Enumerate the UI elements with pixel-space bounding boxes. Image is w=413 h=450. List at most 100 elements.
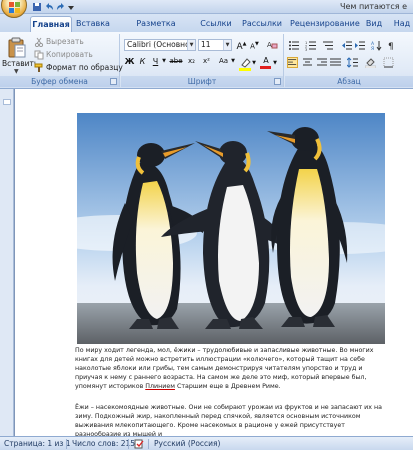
status-separator xyxy=(128,439,129,449)
sort-icon[interactable]: АЯ xyxy=(371,40,382,51)
borders-icon[interactable] xyxy=(383,57,394,68)
tab-view[interactable]: Вид xyxy=(364,16,384,32)
word-count[interactable]: Число слов: 215 xyxy=(72,437,135,450)
subscript-button[interactable]: x₂ xyxy=(185,56,198,67)
svg-text:¶: ¶ xyxy=(388,42,394,51)
scissors-icon xyxy=(34,37,44,47)
word-window: Чем питаются е Главная Вставка Разметка … xyxy=(0,0,413,450)
chevron-down-icon[interactable]: ▼ xyxy=(251,58,257,69)
cut-label: Вырезать xyxy=(46,37,84,46)
align-right-icon[interactable] xyxy=(316,57,327,68)
grow-font-button[interactable]: A▲ xyxy=(236,39,247,52)
italic-button[interactable]: К xyxy=(137,56,148,67)
shrink-font-button[interactable]: A▼ xyxy=(249,39,260,50)
show-marks-icon[interactable]: ¶ xyxy=(386,40,397,51)
ribbon: Вставить ▼ Вырезать Копировать Формат по… xyxy=(0,32,413,89)
copy-icon xyxy=(34,50,44,60)
status-separator xyxy=(148,439,149,449)
save-icon[interactable] xyxy=(32,2,42,12)
highlighter-icon xyxy=(239,58,251,71)
paste-label: Вставить xyxy=(2,59,39,68)
document-area: По миру ходит легенда, мол, ёжики – труд… xyxy=(0,89,413,439)
status-separator xyxy=(66,439,67,449)
font-color-icon: A xyxy=(263,56,269,65)
font-color-button[interactable]: A xyxy=(260,56,272,70)
chevron-down-icon[interactable]: ▼ xyxy=(230,56,236,67)
chevron-down-icon: ▼ xyxy=(187,40,195,50)
paragraph-1-tail: Старшим еще в Древнем Риме. xyxy=(174,383,281,390)
copy-label: Копировать xyxy=(46,50,93,59)
tab-mailings[interactable]: Рассылки xyxy=(240,16,284,32)
redo-icon[interactable] xyxy=(56,2,66,12)
justify-icon[interactable] xyxy=(330,57,341,68)
clipboard-group: Вставить ▼ Вырезать Копировать Формат по… xyxy=(0,34,123,87)
bold-button[interactable]: Ж xyxy=(124,56,135,67)
tab-insert[interactable]: Вставка xyxy=(75,16,111,32)
font-group: Calibri (Основной те ▼ 11 ▼ A▲ A▼ A Ж К … xyxy=(121,34,284,87)
paragraph-group: 123 АЯ ¶ Абзац xyxy=(285,34,413,87)
paragraph-group-label: Абзац xyxy=(285,76,413,87)
ribbon-tabs: Главная Вставка Разметка страницы Ссылки… xyxy=(0,14,413,43)
tab-review[interactable]: Рецензирование xyxy=(290,16,360,32)
font-size-combo[interactable]: 11 ▼ xyxy=(198,39,232,51)
font-name-combo[interactable]: Calibri (Основной те ▼ xyxy=(124,39,196,51)
undo-icon[interactable] xyxy=(44,2,54,12)
svg-text:3: 3 xyxy=(305,48,307,51)
chevron-down-icon[interactable]: ▼ xyxy=(161,56,167,67)
font-launcher-icon[interactable] xyxy=(274,78,281,85)
paragraph-1[interactable]: По миру ходит легенда, мол, ёжики – труд… xyxy=(75,346,387,391)
tab-home[interactable]: Главная xyxy=(30,16,72,32)
tab-addins[interactable]: Над xyxy=(392,16,412,32)
ruler-marker[interactable] xyxy=(3,99,11,105)
chevron-down-icon[interactable]: ▼ xyxy=(272,58,278,69)
align-center-icon[interactable] xyxy=(302,57,313,68)
paragraph-2-text: Ёжи – насекомоядные животные. Они не соб… xyxy=(75,404,382,438)
numbering-icon[interactable]: 123 xyxy=(305,40,316,51)
superscript-button[interactable]: x² xyxy=(200,56,213,67)
bullets-icon[interactable] xyxy=(288,40,299,51)
chevron-down-icon: ▼ xyxy=(14,68,19,75)
shading-icon[interactable] xyxy=(365,57,376,68)
align-left-button[interactable] xyxy=(287,57,298,68)
document-page[interactable]: По миру ходит легенда, мол, ёжики – труд… xyxy=(15,89,413,439)
font-color-swatch xyxy=(260,66,271,69)
proofing-icon[interactable] xyxy=(134,439,144,449)
font-group-label: Шрифт xyxy=(121,76,283,87)
cut-button[interactable]: Вырезать xyxy=(34,36,84,48)
paste-icon xyxy=(8,37,26,58)
language-indicator[interactable]: Русский (Россия) xyxy=(154,437,220,450)
quick-access-menu-icon[interactable] xyxy=(68,2,74,12)
brush-icon xyxy=(34,63,43,72)
clear-formatting-button[interactable]: A xyxy=(267,39,278,50)
increase-indent-icon[interactable] xyxy=(354,40,365,51)
highlight-button[interactable] xyxy=(239,58,251,71)
title-bar: Чем питаются е xyxy=(0,0,413,18)
multilevel-list-icon[interactable] xyxy=(322,40,333,51)
status-bar: Страница: 1 из 1 Число слов: 215 Русский… xyxy=(0,436,413,450)
paste-button[interactable]: Вставить ▼ xyxy=(2,35,39,75)
svg-text:A: A xyxy=(267,41,272,49)
strikethrough-button[interactable]: abe xyxy=(169,56,183,67)
format-painter-button[interactable]: Формат по образцу xyxy=(34,62,123,74)
penguins-picture xyxy=(77,113,385,344)
penguins-image[interactable] xyxy=(77,113,385,344)
svg-text:Я: Я xyxy=(371,46,374,51)
tab-references[interactable]: Ссылки xyxy=(200,16,232,32)
window-title: Чем питаются е xyxy=(339,2,407,11)
align-left-icon xyxy=(288,59,297,65)
change-case-button[interactable]: Aa xyxy=(217,56,230,67)
tab-page-layout[interactable]: Разметка страницы xyxy=(118,16,194,43)
misspelled-word[interactable]: Плинием xyxy=(145,383,175,390)
format-painter-label: Формат по образцу xyxy=(46,63,123,72)
page-counter[interactable]: Страница: 1 из 1 xyxy=(4,437,71,450)
paragraph-2[interactable]: Ёжи – насекомоядные животные. Они не соб… xyxy=(75,403,387,439)
clipboard-launcher-icon[interactable] xyxy=(110,78,117,85)
underline-button[interactable]: Ч xyxy=(150,56,161,67)
vertical-ruler xyxy=(0,89,14,436)
copy-button[interactable]: Копировать xyxy=(34,49,93,61)
font-size-value: 11 xyxy=(201,40,211,49)
line-spacing-icon[interactable] xyxy=(347,57,358,68)
font-name-value: Calibri (Основной те xyxy=(127,40,195,49)
decrease-indent-icon[interactable] xyxy=(341,40,352,51)
office-logo-icon xyxy=(9,2,20,13)
